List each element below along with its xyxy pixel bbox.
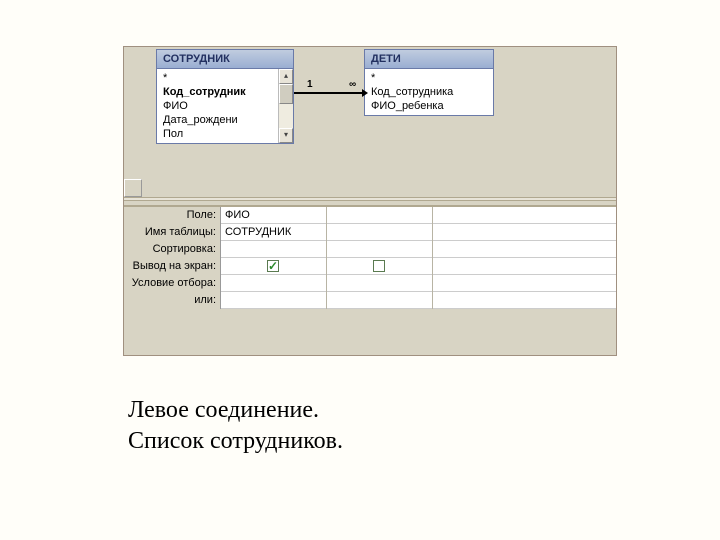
pane-splitter[interactable] <box>124 197 616 201</box>
cell-sort[interactable] <box>221 241 326 258</box>
cell-field[interactable] <box>433 207 616 224</box>
cell-or[interactable] <box>433 292 616 309</box>
cell-criteria[interactable] <box>327 275 432 292</box>
scrollbar[interactable]: ▴ ▾ <box>278 69 293 143</box>
label-field: Поле: <box>124 207 220 224</box>
show-checkbox[interactable] <box>373 260 385 272</box>
cell-criteria[interactable] <box>221 275 326 292</box>
caption-line-2: Список сотрудников. <box>128 426 343 457</box>
field-item[interactable]: * <box>365 71 493 85</box>
table-employee-title[interactable]: СОТРУДНИК <box>157 50 293 69</box>
qbe-grid: Поле: Имя таблицы: Сортировка: Вывод на … <box>124 205 616 309</box>
cell-table[interactable]: СОТРУДНИК <box>221 224 326 241</box>
label-sort: Сортировка: <box>124 241 220 258</box>
grid-column-rest[interactable] <box>433 207 616 309</box>
relation-line[interactable] <box>294 92 366 94</box>
field-item[interactable]: ФИО_ребенка <box>365 99 493 113</box>
cell-sort[interactable] <box>433 241 616 258</box>
grid-column-2[interactable] <box>327 207 433 309</box>
grid-row-labels: Поле: Имя таблицы: Сортировка: Вывод на … <box>124 207 220 309</box>
cell-show[interactable] <box>433 258 616 275</box>
table-children[interactable]: ДЕТИ * Код_сотрудника ФИО_ребенка <box>364 49 494 116</box>
cell-field[interactable]: ФИО <box>221 207 326 224</box>
scroll-down-icon[interactable]: ▾ <box>279 128 293 143</box>
row-selector[interactable] <box>124 179 142 197</box>
grid-column-1[interactable]: ФИО СОТРУДНИК <box>221 207 327 309</box>
cell-show[interactable] <box>221 258 326 275</box>
diagram-pane[interactable]: СОТРУДНИК * Код_сотрудник ФИО Дата_рожде… <box>124 47 616 177</box>
field-list-children[interactable]: * Код_сотрудника ФИО_ребенка <box>365 69 493 115</box>
cell-or[interactable] <box>221 292 326 309</box>
table-children-title[interactable]: ДЕТИ <box>365 50 493 69</box>
cell-show[interactable] <box>327 258 432 275</box>
label-show: Вывод на экран: <box>124 258 220 275</box>
cell-sort[interactable] <box>327 241 432 258</box>
field-item[interactable]: Код_сотрудника <box>365 85 493 99</box>
table-employee[interactable]: СОТРУДНИК * Код_сотрудник ФИО Дата_рожде… <box>156 49 294 144</box>
field-item[interactable]: * <box>157 71 278 85</box>
scroll-up-icon[interactable]: ▴ <box>279 69 293 84</box>
label-table: Имя таблицы: <box>124 224 220 241</box>
scroll-track[interactable] <box>279 84 293 128</box>
label-criteria: Условие отбора: <box>124 275 220 292</box>
relation-one-label: 1 <box>307 79 313 90</box>
label-or: или: <box>124 292 220 309</box>
cell-table[interactable] <box>433 224 616 241</box>
cell-field[interactable] <box>327 207 432 224</box>
cell-or[interactable] <box>327 292 432 309</box>
caption: Левое соединение. Список сотрудников. <box>128 395 343 457</box>
field-item[interactable]: ФИО <box>157 99 278 113</box>
caption-line-1: Левое соединение. <box>128 395 343 426</box>
field-item[interactable]: Код_сотрудник <box>157 85 278 99</box>
field-item[interactable]: Дата_рождени <box>157 113 278 127</box>
scroll-thumb[interactable] <box>279 84 293 104</box>
relation-arrow-icon <box>362 89 368 97</box>
field-item[interactable]: Пол <box>157 127 278 141</box>
query-designer: СОТРУДНИК * Код_сотрудник ФИО Дата_рожде… <box>123 46 617 356</box>
cell-criteria[interactable] <box>433 275 616 292</box>
field-list-employee[interactable]: * Код_сотрудник ФИО Дата_рождени Пол <box>157 69 278 143</box>
show-checkbox[interactable] <box>267 260 279 272</box>
page: СОТРУДНИК * Код_сотрудник ФИО Дата_рожде… <box>0 0 720 540</box>
cell-table[interactable] <box>327 224 432 241</box>
relation-many-label: ∞ <box>349 79 356 90</box>
